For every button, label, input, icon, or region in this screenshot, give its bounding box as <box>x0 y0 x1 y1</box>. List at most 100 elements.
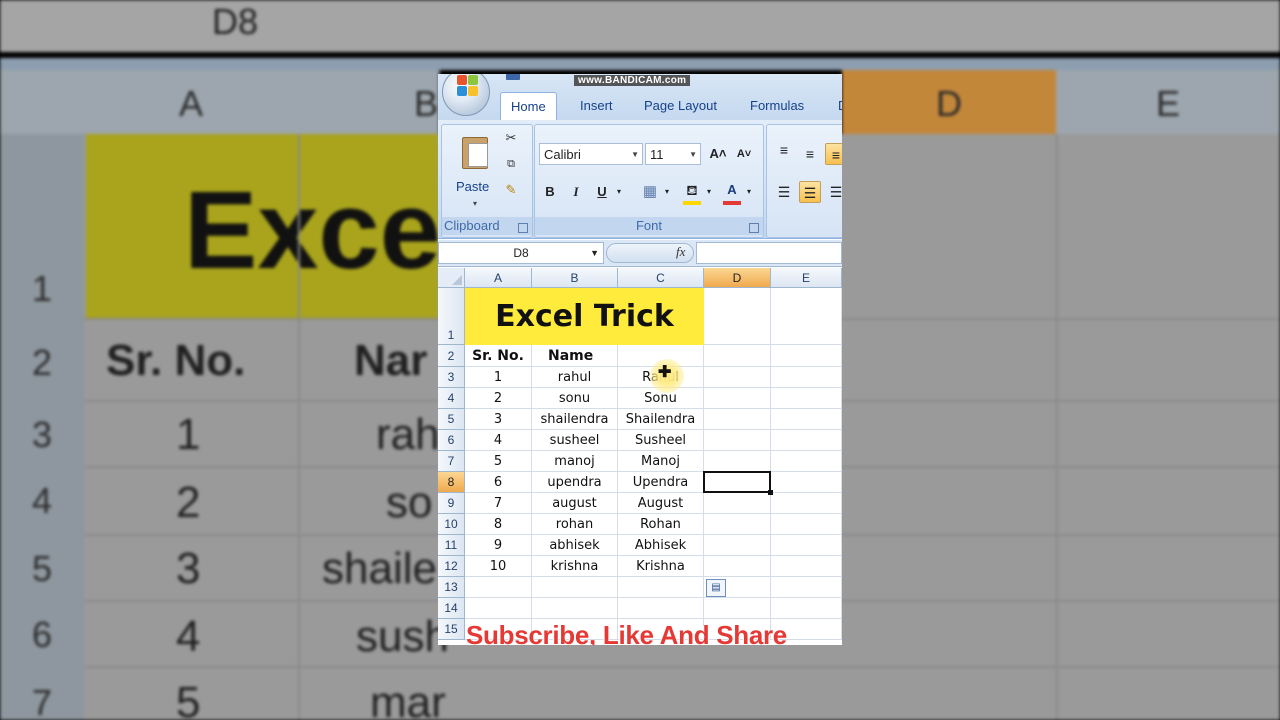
cell-c11[interactable]: Abhisek <box>618 535 704 556</box>
cell-e3[interactable] <box>771 367 842 388</box>
borders-icon[interactable]: ▦ <box>639 181 661 203</box>
cell-e4[interactable] <box>771 388 842 409</box>
tab-formulas[interactable]: Formulas <box>750 94 804 118</box>
column-header-c[interactable]: C <box>618 268 704 288</box>
cell-c7[interactable]: Manoj <box>618 451 704 472</box>
auto-fill-options-icon[interactable]: ▤ <box>706 579 726 597</box>
active-cell-selection[interactable] <box>703 471 771 493</box>
fill-handle[interactable] <box>768 490 773 495</box>
align-center-icon[interactable]: ☰ <box>799 181 821 203</box>
cell-b5[interactable]: shailendra <box>532 409 618 430</box>
cell-e14[interactable] <box>771 598 842 619</box>
row-header-11[interactable]: 11 <box>438 535 465 556</box>
cell-b9[interactable]: august <box>532 493 618 514</box>
row-header-10[interactable]: 10 <box>438 514 465 535</box>
cell-a11[interactable]: 9 <box>465 535 532 556</box>
cell-d10[interactable] <box>704 514 771 535</box>
cell-b12[interactable]: krishna <box>532 556 618 577</box>
cell-a14[interactable] <box>465 598 532 619</box>
cell-d4[interactable] <box>704 388 771 409</box>
cell-e6[interactable] <box>771 430 842 451</box>
row-header-14[interactable]: 14 <box>438 598 465 619</box>
row-header-9[interactable]: 9 <box>438 493 465 514</box>
row-header-5[interactable]: 5 <box>438 409 465 430</box>
column-header-b[interactable]: B <box>532 268 618 288</box>
cell-e9[interactable] <box>771 493 842 514</box>
cell-c12[interactable]: Krishna <box>618 556 704 577</box>
tab-page-layout[interactable]: Page Layout <box>644 94 717 118</box>
paste-icon[interactable] <box>460 133 490 169</box>
row-header-1[interactable]: 1 <box>438 288 465 345</box>
column-header-a[interactable]: A <box>465 268 532 288</box>
cell-b6[interactable]: susheel <box>532 430 618 451</box>
font-color-button[interactable]: A <box>721 179 743 201</box>
cell-a8[interactable]: 6 <box>465 472 532 493</box>
cell-d7[interactable] <box>704 451 771 472</box>
title-cell[interactable]: Excel Trick <box>465 288 704 345</box>
cell-d2[interactable] <box>704 345 771 367</box>
cell-d5[interactable] <box>704 409 771 430</box>
cell-b10[interactable]: rohan <box>532 514 618 535</box>
tab-data[interactable]: D <box>838 94 842 118</box>
align-left-icon[interactable]: ☰ <box>773 181 795 203</box>
row-header-12[interactable]: 12 <box>438 556 465 577</box>
cell-b3[interactable]: rahul <box>532 367 618 388</box>
insert-function-icon[interactable]: fx <box>676 244 685 260</box>
office-button[interactable] <box>442 74 490 116</box>
cell-e12[interactable] <box>771 556 842 577</box>
save-icon[interactable] <box>506 74 520 80</box>
format-painter-icon[interactable]: ✎ <box>504 183 518 197</box>
align-middle-icon[interactable]: ≡ <box>799 143 821 165</box>
tab-home[interactable]: Home <box>500 92 557 121</box>
cell-c13[interactable] <box>618 577 704 598</box>
row-header-7[interactable]: 7 <box>438 451 465 472</box>
font-color-dropdown-icon[interactable]: ▾ <box>743 181 755 203</box>
cell-d9[interactable] <box>704 493 771 514</box>
cell-e7[interactable] <box>771 451 842 472</box>
underline-dropdown-icon[interactable]: ▾ <box>613 181 625 203</box>
shrink-font-button[interactable]: A˅ <box>733 143 755 165</box>
row-header-3[interactable]: 3 <box>438 367 465 388</box>
cell-a13[interactable] <box>465 577 532 598</box>
cell-c10[interactable]: Rohan <box>618 514 704 535</box>
cell-d6[interactable] <box>704 430 771 451</box>
cell-b13[interactable] <box>532 577 618 598</box>
cell-a9[interactable]: 7 <box>465 493 532 514</box>
cell-a2[interactable]: Sr. No. <box>465 345 532 367</box>
cell-e8[interactable] <box>771 472 842 493</box>
cell-c9[interactable]: August <box>618 493 704 514</box>
column-header-e[interactable]: E <box>771 268 842 288</box>
cell-c6[interactable]: Susheel <box>618 430 704 451</box>
row-header-6[interactable]: 6 <box>438 430 465 451</box>
cell-a4[interactable]: 2 <box>465 388 532 409</box>
clipboard-launcher-icon[interactable] <box>518 223 528 233</box>
cell-c5[interactable]: Shailendra <box>618 409 704 430</box>
name-box[interactable]: D8 ▼ <box>438 242 604 264</box>
cell-a10[interactable]: 8 <box>465 514 532 535</box>
cell-d3[interactable] <box>704 367 771 388</box>
font-launcher-icon[interactable] <box>749 223 759 233</box>
cell-b4[interactable]: sonu <box>532 388 618 409</box>
cell-d14[interactable] <box>704 598 771 619</box>
align-top-icon[interactable]: ≡ <box>773 139 795 161</box>
cell-b7[interactable]: manoj <box>532 451 618 472</box>
row-header-2[interactable]: 2 <box>438 345 465 367</box>
italic-button[interactable]: I <box>565 181 587 203</box>
cell-e2[interactable] <box>771 345 842 367</box>
cell-e13[interactable] <box>771 577 842 598</box>
cell-b2[interactable]: Name <box>532 345 618 367</box>
paste-dropdown-icon[interactable]: ▾ <box>473 199 477 208</box>
row-header-8[interactable]: 8 <box>438 472 465 493</box>
cell-e1[interactable] <box>771 288 842 345</box>
cell-a6[interactable]: 4 <box>465 430 532 451</box>
align-bottom-icon[interactable]: ≡ <box>825 143 842 165</box>
paste-button[interactable]: Paste <box>456 179 489 194</box>
copy-icon[interactable]: ⧉ <box>504 157 518 171</box>
cell-d12[interactable] <box>704 556 771 577</box>
cell-b14[interactable] <box>532 598 618 619</box>
grow-font-button[interactable]: A˄ <box>707 143 729 165</box>
fill-color-dropdown-icon[interactable]: ▾ <box>703 181 715 203</box>
font-size-select[interactable]: 11 ▼ <box>645 143 701 165</box>
align-right-icon[interactable]: ☰ <box>825 181 842 203</box>
cell-c8[interactable]: Upendra <box>618 472 704 493</box>
